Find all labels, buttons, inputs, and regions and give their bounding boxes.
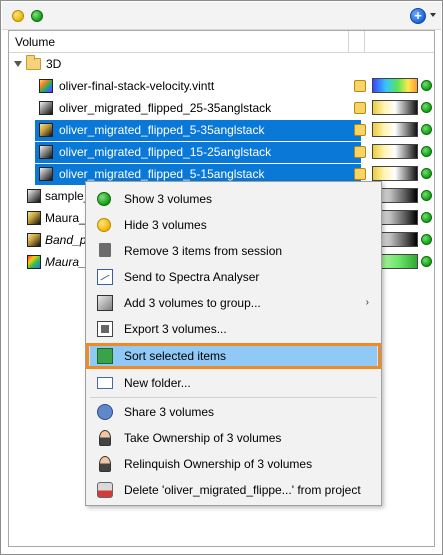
seismic-volume-icon [27, 233, 41, 247]
menu-item-send-to-spectra[interactable]: Send to Spectra Analyser [86, 264, 381, 290]
green-dot-icon [97, 192, 111, 206]
folder-icon [26, 55, 41, 70]
column-header: Volume [9, 31, 434, 53]
share-icon [97, 404, 113, 420]
show-all-icon[interactable] [31, 10, 43, 22]
menu-item-label: Show 3 volumes [124, 192, 213, 206]
multicolor-volume-icon [27, 255, 41, 269]
menu-item-label: Send to Spectra Analyser [124, 270, 260, 284]
submenu-arrow-icon: › [365, 297, 369, 308]
seismic-volume-icon [39, 167, 53, 181]
menu-item-delete-from-project[interactable]: Delete 'oliver_migrated_flippe...' from … [86, 477, 381, 503]
menu-item-label: Remove 3 items from session [124, 244, 283, 258]
colorbar[interactable] [372, 100, 418, 115]
tree-item-label: sample_ [45, 189, 91, 203]
seismic-volume-icon [39, 101, 53, 115]
take-ownership-icon [99, 430, 111, 446]
settings-icon[interactable] [354, 80, 366, 92]
tree-folder-3d[interactable]: 3D [9, 53, 434, 75]
settings-icon[interactable] [354, 146, 366, 158]
visibility-dot-icon[interactable] [421, 146, 432, 157]
menu-item-relinquish-ownership[interactable]: Relinquish Ownership of 3 volumes [86, 451, 381, 477]
yellow-dot-icon [97, 218, 111, 232]
trash-icon [99, 243, 111, 257]
group-icon [97, 295, 113, 311]
top-toolbar: + [2, 2, 441, 30]
expand-arrow-icon[interactable] [14, 61, 22, 67]
velocity-volume-icon [39, 79, 53, 93]
visibility-dot-icon[interactable] [421, 80, 432, 91]
tree-item-label: oliver-final-stack-velocity.vintt [59, 79, 215, 93]
visibility-dot-icon[interactable] [421, 102, 432, 113]
add-icon[interactable]: + [410, 8, 426, 24]
spectra-icon [97, 269, 113, 285]
tree-item-label: oliver_migrated_flipped_5-35anglstack [59, 123, 265, 137]
menu-item-share[interactable]: Share 3 volumes [86, 399, 381, 425]
menu-item-label: Share 3 volumes [124, 405, 215, 419]
tree-item[interactable]: oliver-final-stack-velocity.vintt [9, 75, 434, 97]
menu-item-label: Export 3 volumes... [124, 322, 227, 336]
sort-icon [97, 348, 113, 364]
export-icon [97, 321, 113, 337]
seismic-volume-icon [39, 145, 53, 159]
visibility-dot-icon[interactable] [421, 124, 432, 135]
menu-item-add-to-group[interactable]: Add 3 volumes to group... › [86, 290, 381, 316]
new-folder-icon [97, 377, 113, 389]
tree-item-label: oliver_migrated_flipped_15-25anglstack [59, 145, 272, 159]
menu-item-sort-selected[interactable]: Sort selected items [86, 343, 381, 369]
colorbar[interactable] [372, 78, 418, 93]
add-dropdown-caret-icon[interactable] [430, 13, 436, 17]
colorbar[interactable] [372, 166, 418, 181]
menu-item-take-ownership[interactable]: Take Ownership of 3 volumes [86, 425, 381, 451]
seismic-volume-icon [27, 189, 41, 203]
column-separator[interactable] [348, 31, 349, 53]
settings-icon[interactable] [354, 102, 366, 114]
context-menu: Show 3 volumes Hide 3 volumes Remove 3 i… [85, 181, 382, 506]
colorbar[interactable] [372, 122, 418, 137]
menu-item-export[interactable]: Export 3 volumes... [86, 316, 381, 342]
menu-separator [90, 397, 377, 398]
menu-item-new-folder[interactable]: New folder... [86, 370, 381, 396]
relinquish-ownership-icon [99, 456, 111, 472]
visibility-dot-icon[interactable] [421, 212, 432, 223]
menu-item-hide-volumes[interactable]: Hide 3 volumes [86, 212, 381, 238]
menu-item-label: Take Ownership of 3 volumes [124, 431, 282, 445]
menu-item-label: Delete 'oliver_migrated_flippe...' from … [124, 483, 361, 497]
visibility-dot-icon[interactable] [421, 190, 432, 201]
visibility-dot-icon[interactable] [421, 234, 432, 245]
seismic-volume-icon [27, 211, 41, 225]
visibility-dot-icon[interactable] [421, 256, 432, 267]
menu-item-label: Add 3 volumes to group... [124, 296, 261, 310]
delete-from-project-icon [97, 482, 113, 498]
menu-item-label: Hide 3 volumes [124, 218, 207, 232]
tree-item-label: oliver_migrated_flipped_5-15anglstack [59, 167, 265, 181]
volume-window: + Volume 3D oliver-final-stack-velocity.… [0, 0, 443, 555]
colorbar[interactable] [372, 144, 418, 159]
folder-label: 3D [46, 57, 62, 71]
menu-item-label: New folder... [124, 376, 191, 390]
menu-item-label: Relinquish Ownership of 3 volumes [124, 457, 313, 471]
column-separator[interactable] [364, 31, 365, 53]
tree-item-label: oliver_migrated_flipped_25-35anglstack [59, 101, 272, 115]
seismic-volume-icon [39, 123, 53, 137]
visibility-dot-icon[interactable] [421, 168, 432, 179]
settings-icon[interactable] [354, 124, 366, 136]
settings-icon[interactable] [354, 168, 366, 180]
tree-item[interactable]: oliver_migrated_flipped_25-35anglstack [9, 97, 434, 119]
menu-item-show-volumes[interactable]: Show 3 volumes [86, 186, 381, 212]
tree-item-selected[interactable]: oliver_migrated_flipped_15-25anglstack [9, 141, 434, 163]
column-header-volume[interactable]: Volume [15, 35, 55, 49]
hide-all-icon[interactable] [12, 10, 24, 22]
tree-item-selected[interactable]: oliver_migrated_flipped_5-35anglstack [9, 119, 434, 141]
menu-item-remove-from-session[interactable]: Remove 3 items from session [86, 238, 381, 264]
menu-item-label: Sort selected items [124, 349, 227, 363]
